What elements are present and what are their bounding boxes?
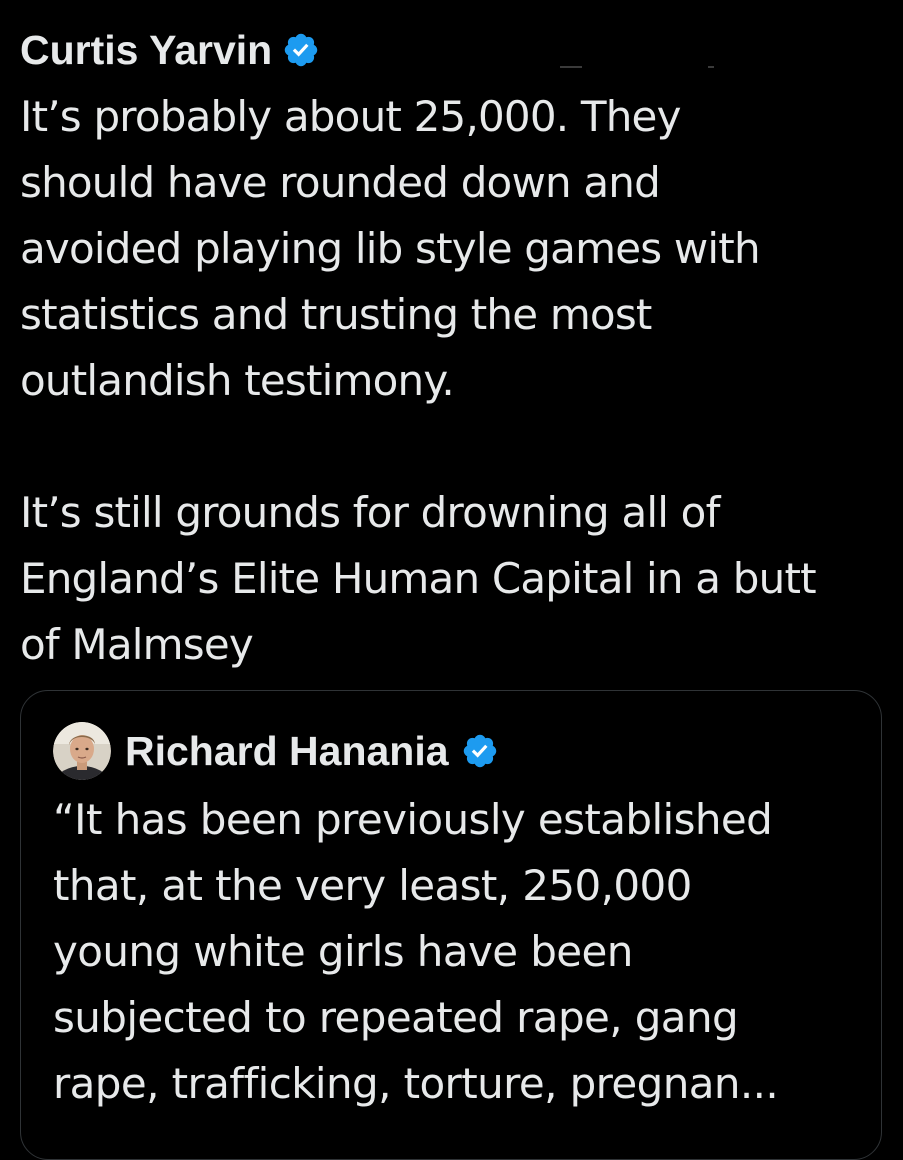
tweet-text-line: It’s still grounds for drowning all of bbox=[20, 488, 720, 537]
tweet-text: It’s probably about 25,000. They should … bbox=[20, 84, 890, 678]
faint-marks bbox=[560, 66, 720, 70]
tweet-text-line: outlandish testimony. bbox=[20, 356, 455, 405]
avatar[interactable] bbox=[53, 722, 111, 780]
quoted-tweet-text-line: rape, trafficking, torture, pregnan... bbox=[53, 1059, 779, 1108]
quoted-tweet-text-line: young white girls have been bbox=[53, 927, 633, 976]
verified-badge-icon bbox=[461, 732, 499, 770]
verified-badge-icon bbox=[282, 31, 320, 69]
tweet-text-line: avoided playing lib style games with bbox=[20, 224, 761, 273]
quoted-tweet-text: “It has been previously established that… bbox=[53, 787, 863, 1117]
quoted-tweet-author-name[interactable]: Richard Hanania bbox=[125, 725, 449, 777]
tweet-author-row[interactable]: Curtis Yarvin bbox=[20, 22, 320, 78]
quoted-tweet-text-line: subjected to repeated rape, gang bbox=[53, 993, 739, 1042]
quoted-tweet-text-line: “It has been previously established bbox=[53, 795, 773, 844]
tweet-text-line: It’s probably about 25,000. They bbox=[20, 92, 681, 141]
tweet: Curtis Yarvin It’s probably about 25,000… bbox=[0, 0, 903, 1160]
quoted-tweet-text-line: that, at the very least, 250,000 bbox=[53, 861, 692, 910]
quoted-tweet-header[interactable]: Richard Hanania bbox=[53, 721, 499, 781]
tweet-text-line: England’s Elite Human Capital in a butt bbox=[20, 554, 817, 603]
tweet-text-line: statistics and trusting the most bbox=[20, 290, 652, 339]
quoted-tweet-card[interactable]: Richard Hanania “It has been previously … bbox=[20, 690, 882, 1160]
tweet-text-line: of Malmsey bbox=[20, 620, 254, 669]
tweet-text-line: should have rounded down and bbox=[20, 158, 661, 207]
tweet-author-name[interactable]: Curtis Yarvin bbox=[20, 24, 272, 76]
